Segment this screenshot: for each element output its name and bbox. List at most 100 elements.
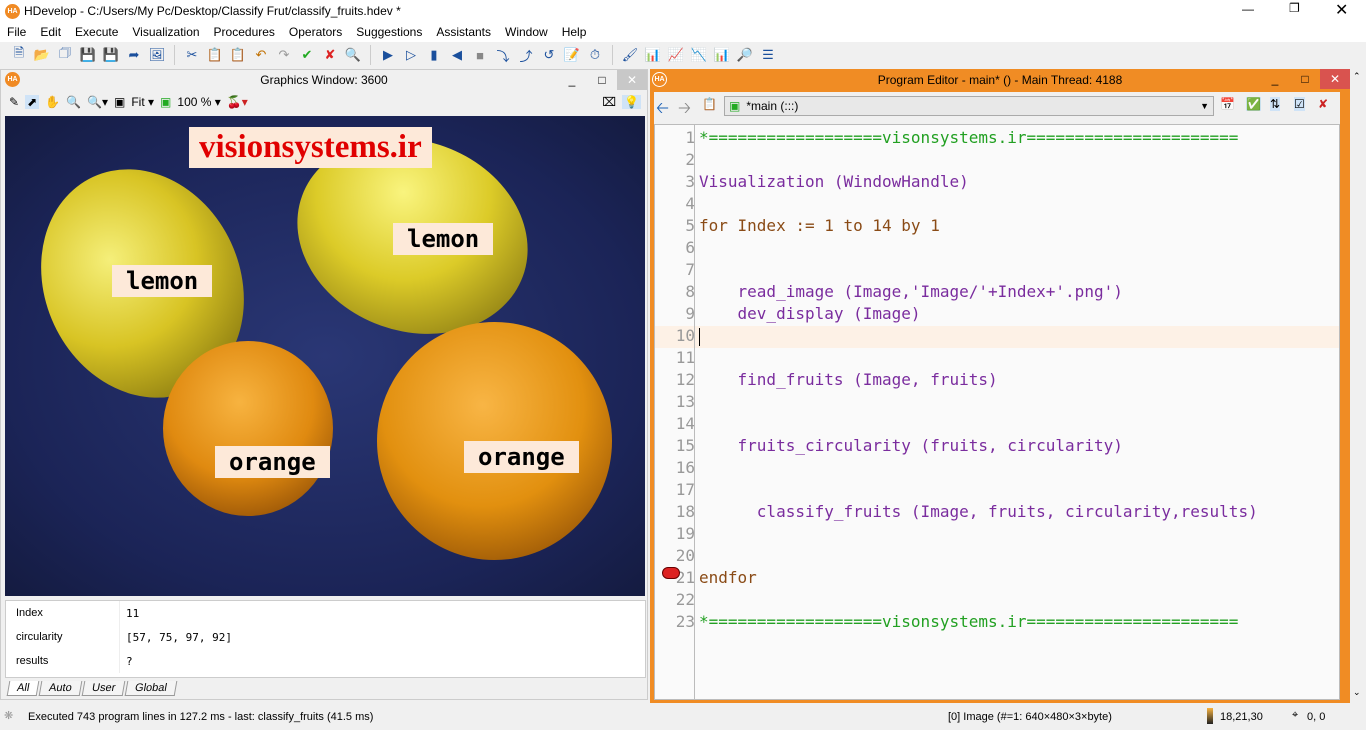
back-arrow-icon[interactable]: 🡠 bbox=[656, 97, 669, 124]
zoom-percent-select[interactable]: 100 % ▾ bbox=[177, 95, 220, 109]
line-number: 4 bbox=[685, 194, 695, 213]
menu-assistants[interactable]: Assistants bbox=[429, 22, 498, 42]
calendar-icon[interactable]: 📅 bbox=[1220, 97, 1235, 111]
menu-visualization[interactable]: Visualization bbox=[125, 22, 206, 42]
vertical-scrollbar[interactable]: ⌃ ⌄ bbox=[1350, 69, 1366, 703]
pointer-icon[interactable]: ⬈ bbox=[25, 95, 40, 109]
color-icon[interactable]: 🍒▾ bbox=[227, 95, 248, 109]
copy-icon[interactable]: 📋 bbox=[206, 46, 224, 64]
axes-icon[interactable]: ⌧ bbox=[602, 95, 616, 109]
paste-icon[interactable]: 📋 bbox=[229, 46, 247, 64]
procedure-list-icon[interactable]: 📋 bbox=[702, 97, 717, 111]
stop-icon[interactable]: ■ bbox=[471, 46, 489, 64]
variable-name: Index bbox=[6, 601, 120, 625]
minimize-button[interactable]: — bbox=[1242, 2, 1254, 16]
save-all-icon[interactable]: 💾 bbox=[102, 46, 120, 64]
menu-file[interactable]: File bbox=[0, 22, 33, 42]
minimize-button[interactable]: _ bbox=[1260, 69, 1290, 89]
cut-icon[interactable]: ✂ bbox=[183, 46, 201, 64]
zoom-window-icon[interactable]: 🔎 bbox=[736, 46, 754, 64]
minimize-button[interactable]: _ bbox=[557, 70, 587, 90]
show-checked-icon[interactable]: ✅ bbox=[1246, 97, 1261, 111]
menu-operators[interactable]: Operators bbox=[282, 22, 349, 42]
code-line[interactable]: read_image (Image,'Image/'+Index+'.png') bbox=[699, 282, 1123, 301]
code-line[interactable]: for Index := 1 to 14 by 1 bbox=[699, 216, 940, 235]
light-icon[interactable]: 💡 bbox=[622, 95, 641, 109]
procedure-select[interactable]: ▣ *main (:::) ▼ bbox=[724, 96, 1214, 116]
tab-user[interactable]: User bbox=[81, 681, 126, 696]
step-into-icon[interactable]: ⤵ bbox=[494, 46, 512, 64]
forward-arrow-icon[interactable]: 🡢 bbox=[678, 97, 691, 124]
ocr-icon[interactable]: ☰ bbox=[759, 46, 777, 64]
timer-icon[interactable]: ⏱ bbox=[586, 46, 604, 64]
run-to-insert-icon[interactable]: ▷ bbox=[402, 46, 420, 64]
maximize-button[interactable]: □ bbox=[587, 70, 617, 90]
undo-icon[interactable]: ↶ bbox=[252, 46, 270, 64]
code-line[interactable]: classify_fruits (Image, fruits, circular… bbox=[699, 502, 1258, 521]
profiler-icon[interactable]: 📝 bbox=[563, 46, 581, 64]
open-file-icon[interactable]: 📂 bbox=[33, 46, 51, 64]
magnifier-icon[interactable]: 🔍 bbox=[66, 95, 81, 109]
maximize-button[interactable]: ❐ bbox=[1289, 1, 1300, 15]
line-number: 2 bbox=[685, 150, 695, 169]
code-line[interactable]: endfor bbox=[699, 568, 757, 587]
hand-icon[interactable]: ✋ bbox=[45, 95, 60, 109]
close-button[interactable]: ✕ bbox=[1320, 69, 1350, 89]
zoom-fit-select[interactable]: Fit ▾ bbox=[131, 95, 154, 109]
new-file-icon[interactable]: 🗎 bbox=[10, 45, 28, 64]
redo-icon[interactable]: ↷ bbox=[275, 46, 293, 64]
menu-suggestions[interactable]: Suggestions bbox=[349, 22, 429, 42]
read-image-icon[interactable]: 🖼 bbox=[148, 46, 166, 64]
code-line[interactable]: *==================visonsystems.ir======… bbox=[699, 612, 1238, 631]
variable-row[interactable]: circularity [57, 75, 97, 92] bbox=[6, 625, 645, 649]
clear-icon[interactable]: ✘ bbox=[1318, 97, 1328, 111]
breakpoint-pc-icon[interactable] bbox=[662, 567, 680, 579]
step-out-icon[interactable]: ⤴ bbox=[517, 46, 535, 64]
variable-row[interactable]: Index 11 bbox=[6, 601, 645, 625]
activate-icon[interactable]: ✔ bbox=[298, 46, 316, 64]
tab-global[interactable]: Global bbox=[124, 681, 178, 696]
inspect-icon[interactable]: 📊 bbox=[644, 46, 662, 64]
code-line[interactable]: *==================visonsystems.ir======… bbox=[699, 128, 1238, 147]
menu-help[interactable]: Help bbox=[555, 22, 594, 42]
variable-row[interactable]: results? bbox=[6, 649, 645, 673]
close-button[interactable]: ✕ bbox=[617, 70, 647, 90]
run-icon[interactable]: ▶ bbox=[379, 46, 397, 64]
current-line-highlight bbox=[655, 326, 1339, 348]
zoom-in-icon[interactable]: 🔍▾ bbox=[87, 95, 108, 109]
export-icon[interactable]: ➦ bbox=[125, 46, 143, 64]
deactivate-icon[interactable]: ✘ bbox=[321, 46, 339, 64]
edit-icon[interactable]: ✎ bbox=[9, 95, 19, 109]
code-line[interactable]: dev_display (Image) bbox=[699, 304, 921, 323]
find-icon[interactable]: 🔍 bbox=[344, 46, 362, 64]
reset-icon[interactable]: ↺ bbox=[540, 46, 558, 64]
code-line[interactable]: find_fruits (Image, fruits) bbox=[699, 370, 998, 389]
assistant-icon[interactable]: 🖌 bbox=[621, 46, 639, 64]
code-line[interactable]: fruits_circularity (fruits, circularity) bbox=[699, 436, 1123, 455]
line-number: 6 bbox=[685, 238, 695, 257]
maximize-button[interactable]: □ bbox=[1290, 69, 1320, 89]
zoom-image-icon[interactable]: ▣ bbox=[160, 95, 171, 109]
open-example-icon[interactable]: 🗇 bbox=[56, 45, 74, 64]
edit-checked-icon[interactable]: ☑ bbox=[1294, 97, 1305, 111]
close-button[interactable]: ✕ bbox=[1335, 0, 1348, 20]
tab-auto[interactable]: Auto bbox=[38, 681, 83, 696]
feature-icon[interactable]: 📊 bbox=[713, 46, 731, 64]
sort-icon[interactable]: ⇅ bbox=[1270, 97, 1281, 111]
step-back-icon[interactable]: ◀ bbox=[448, 46, 466, 64]
menu-edit[interactable]: Edit bbox=[33, 22, 68, 42]
tab-all[interactable]: All bbox=[6, 681, 40, 696]
line-number: 15 bbox=[675, 436, 695, 455]
menu-procedures[interactable]: Procedures bbox=[207, 22, 282, 42]
histogram-icon[interactable]: 📈 bbox=[667, 46, 685, 64]
code-editor[interactable]: 1 *==================visonsystems.ir=====… bbox=[654, 124, 1340, 700]
menu-execute[interactable]: Execute bbox=[68, 22, 125, 42]
save-icon[interactable]: 💾 bbox=[79, 46, 97, 64]
line-profile-icon[interactable]: 📉 bbox=[690, 46, 708, 64]
code-line[interactable]: Visualization (WindowHandle) bbox=[699, 172, 969, 191]
step-over-icon[interactable]: ▮ bbox=[425, 46, 443, 64]
graphics-canvas[interactable]: visionsystems.ir lemon lemon orange oran… bbox=[5, 116, 645, 596]
menu-window[interactable]: Window bbox=[498, 22, 555, 42]
variable-value: [57, 75, 97, 92] bbox=[126, 630, 232, 644]
fit-icon[interactable]: ▣ bbox=[114, 95, 125, 109]
